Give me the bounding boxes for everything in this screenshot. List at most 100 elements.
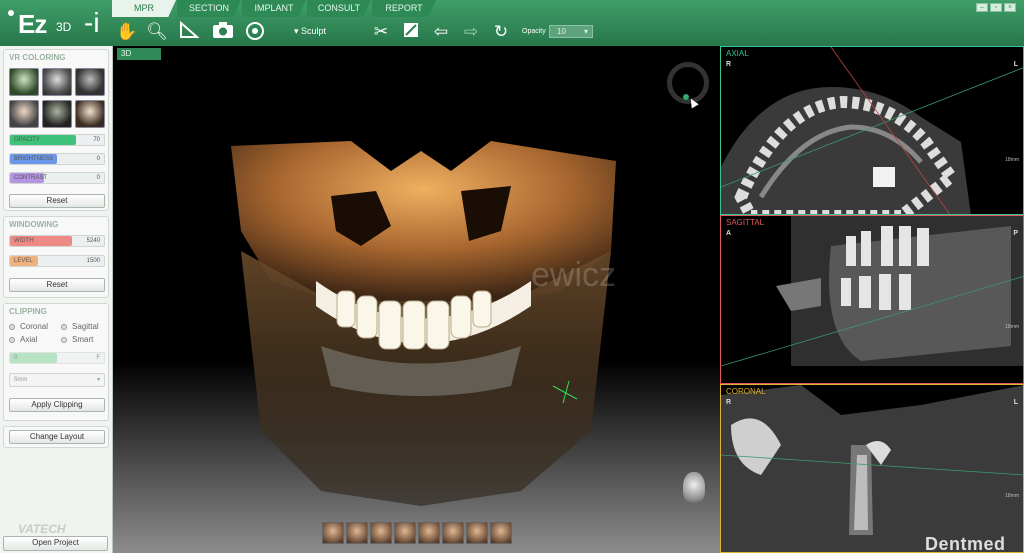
radio-axial-label: Axial xyxy=(20,335,38,344)
view-preset-button[interactable] xyxy=(322,522,344,544)
coronal-left-marker: R xyxy=(726,399,732,406)
tab-section[interactable]: SECTION xyxy=(177,0,241,17)
opacity-slider-value: 70 xyxy=(93,137,100,143)
radio-axial[interactable]: Axial xyxy=(9,335,37,344)
vr-coloring-title: VR COLORING xyxy=(9,53,66,62)
hand-icon[interactable]: ✋ xyxy=(116,21,138,43)
eraser-icon[interactable] xyxy=(400,21,422,43)
close-button[interactable]: × xyxy=(1004,3,1016,12)
thickness-select[interactable]: 5mm ▾ xyxy=(9,373,105,387)
axial-scale: 18mm xyxy=(1005,157,1019,163)
vr-coloring-section: VR COLORING OPACITY 70 BRIGHTNESS 0 CONT… xyxy=(3,49,109,211)
brightness-slider[interactable]: BRIGHTNESS 0 xyxy=(9,153,105,165)
contrast-slider[interactable]: CONTRAST 0 xyxy=(9,172,105,184)
width-slider[interactable]: WIDTH 5240 xyxy=(9,235,105,247)
undo-icon[interactable]: ⇦ xyxy=(430,21,452,43)
axial-left-marker: R xyxy=(726,61,732,68)
open-project-button[interactable]: Open Project xyxy=(3,536,108,551)
reset-icon[interactable]: ↻ xyxy=(490,21,512,43)
clipping-section: CLIPPING Coronal Sagittal Axial Smart 0 … xyxy=(3,303,109,421)
coronal-image xyxy=(721,385,1023,552)
view-3d[interactable]: 3D ewicz xyxy=(113,46,720,553)
radio-sagittal[interactable]: Sagittal xyxy=(61,322,99,331)
axial-view[interactable]: AXIAL R L 18mm xyxy=(720,46,1024,215)
window-controls: – ▫ × xyxy=(976,3,1016,12)
radio-sagittal-label: Sagittal xyxy=(72,322,99,331)
view-preset-button[interactable] xyxy=(394,522,416,544)
preset-thumb[interactable] xyxy=(75,100,105,128)
coronal-view[interactable]: CORONAL R L 18mm xyxy=(720,384,1024,553)
sagittal-left-marker: A xyxy=(726,230,732,237)
clipping-title: CLIPPING xyxy=(9,307,47,316)
tab-consult[interactable]: CONSULT xyxy=(307,0,371,17)
scissors-icon[interactable]: ✂ xyxy=(370,21,392,43)
view-preset-button[interactable] xyxy=(346,522,368,544)
sculpt-dropdown[interactable]: ▾ Sculpt xyxy=(294,26,326,37)
logo-sub: 3D xyxy=(56,20,72,34)
sagittal-scale: 18mm xyxy=(1005,324,1019,330)
vr-reset-button[interactable]: Reset xyxy=(9,194,105,208)
view-preset-button[interactable] xyxy=(466,522,488,544)
change-layout-button[interactable]: Change Layout xyxy=(9,430,105,444)
head-orientation-icon[interactable] xyxy=(683,472,705,504)
capture-icon[interactable] xyxy=(244,21,266,43)
coronal-right-marker: L xyxy=(1013,399,1018,406)
opacity-label: Opacity xyxy=(522,28,546,35)
opacity-slider[interactable]: OPACITY 70 xyxy=(9,134,105,146)
tab-bar: MPR SECTION IMPLANT CONSULT REPORT xyxy=(112,0,437,17)
toolbar: ✋ 🔍︎ ▾ Sculpt ✂ ⇦ ⇨ ↻ Opacity 10 ▾ xyxy=(112,19,732,45)
tab-report[interactable]: REPORT xyxy=(372,0,436,17)
opacity-slider-label: OPACITY xyxy=(14,137,40,143)
axial-right-marker: L xyxy=(1013,61,1018,68)
thickness-value: 5mm xyxy=(14,377,28,383)
level-slider[interactable]: LEVEL 1500 xyxy=(9,255,105,267)
radio-coronal[interactable]: Coronal xyxy=(9,322,48,331)
width-slider-label: WIDTH xyxy=(14,238,34,244)
preset-thumb[interactable] xyxy=(9,100,39,128)
axial-label: AXIAL xyxy=(726,49,749,58)
windowing-title: WINDOWING xyxy=(9,220,59,229)
sagittal-view[interactable]: SAGITTAL A P 18mm xyxy=(720,215,1024,384)
clipping-slider-end: F xyxy=(96,355,100,361)
logo-dot xyxy=(8,10,14,16)
apply-clipping-button[interactable]: Apply Clipping xyxy=(9,398,105,412)
view-preset-button[interactable] xyxy=(442,522,464,544)
logo-main: Ez xyxy=(18,9,47,39)
tab-mpr[interactable]: MPR xyxy=(112,0,176,17)
redo-icon[interactable]: ⇨ xyxy=(460,21,482,43)
brightness-slider-value: 0 xyxy=(96,156,100,162)
chevron-down-icon: ▾ xyxy=(583,27,588,36)
camera-icon[interactable] xyxy=(212,21,234,43)
view-preset-button[interactable] xyxy=(370,522,392,544)
windowing-reset-button[interactable]: Reset xyxy=(9,278,105,292)
coronal-label: CORONAL xyxy=(726,387,766,396)
width-slider-value: 5240 xyxy=(86,238,100,244)
magnifier-icon[interactable]: 🔍︎ xyxy=(146,21,168,43)
opacity-value: 10 xyxy=(557,27,566,36)
preset-thumb[interactable] xyxy=(42,100,72,128)
vatech-logo: VATECH xyxy=(18,522,66,536)
radio-smart[interactable]: Smart xyxy=(61,335,93,344)
sagittal-image xyxy=(721,216,1023,367)
ruler-icon[interactable] xyxy=(178,20,200,43)
coronal-scale: 18mm xyxy=(1005,493,1019,499)
tab-implant[interactable]: IMPLANT xyxy=(242,0,306,17)
opacity-select[interactable]: 10 ▾ xyxy=(549,25,593,38)
view-preset-button[interactable] xyxy=(490,522,512,544)
view-preset-button[interactable] xyxy=(418,522,440,544)
watermark-text: ewicz xyxy=(531,256,617,294)
preset-thumb[interactable] xyxy=(42,68,72,96)
dentmed-watermark: Dentmed xyxy=(925,534,1006,553)
preset-thumb[interactable] xyxy=(9,68,39,96)
skull-render xyxy=(231,141,616,506)
preset-thumb[interactable] xyxy=(75,68,105,96)
windowing-section: WINDOWING WIDTH 5240 LEVEL 1500 Reset xyxy=(3,216,109,298)
chevron-down-icon: ▾ xyxy=(96,377,100,383)
level-slider-value: 1500 xyxy=(86,258,100,264)
contrast-slider-label: CONTRAST xyxy=(14,175,47,181)
restore-button[interactable]: ▫ xyxy=(990,3,1002,12)
clipping-slider[interactable]: 0 F xyxy=(9,352,105,364)
radio-coronal-label: Coronal xyxy=(20,322,49,331)
minimize-button[interactable]: – xyxy=(976,3,988,12)
sculpt-label: Sculpt xyxy=(301,26,327,36)
